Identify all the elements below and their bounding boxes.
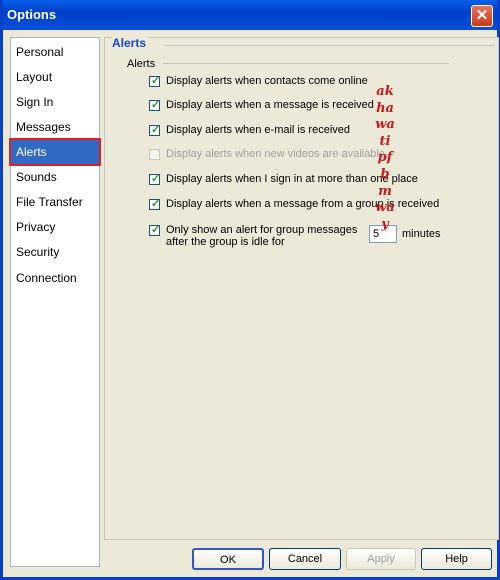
nav-item-alerts[interactable]: Alerts (9, 138, 101, 166)
nav-item-sounds[interactable]: Sounds (11, 165, 99, 189)
ok-button[interactable]: OK (192, 548, 264, 570)
cancel-button[interactable]: Cancel (269, 548, 341, 570)
nav-item-sign-in[interactable]: Sign In (11, 90, 99, 114)
option-label: Only show an alert for group messages af… (166, 224, 358, 248)
option-label: Display alerts when I sign in at more th… (166, 173, 418, 185)
apply-button: Apply (346, 548, 416, 570)
close-icon[interactable]: ✕ (471, 5, 493, 27)
panel-title: Alerts (112, 36, 150, 50)
checkbox-multiple-sign-in[interactable] (149, 172, 160, 185)
nav-item-personal[interactable]: Personal (11, 40, 99, 64)
nav-item-connection[interactable]: Connection (11, 266, 99, 290)
option-label: Display alerts when a message from a gro… (166, 198, 440, 210)
category-list: Personal Layout Sign In Messages Alerts … (9, 37, 101, 567)
option-label: Display alerts when contacts come online (166, 75, 368, 87)
nav-item-privacy[interactable]: Privacy (11, 215, 99, 239)
checkbox-email-received[interactable] (149, 123, 160, 136)
help-button[interactable]: Help (421, 548, 492, 570)
checkbox-group-idle[interactable] (149, 223, 160, 236)
title-bar[interactable]: Options ✕ (3, 0, 497, 30)
checkbox-new-videos (149, 149, 160, 160)
option-label: Display alerts when e-mail is received (166, 124, 351, 136)
nav-item-messages[interactable]: Messages (11, 115, 99, 139)
alerts-panel: Alerts Alerts Display alerts when contac… (104, 36, 499, 540)
nav-item-file-transfer[interactable]: File Transfer (11, 190, 99, 214)
checkbox-contacts-online[interactable] (149, 74, 160, 87)
window-title: Options (7, 7, 57, 22)
option-label: Display alerts when a message is receive… (166, 99, 374, 111)
idle-minutes-input[interactable]: 5 (369, 225, 397, 243)
group-label: Alerts (127, 58, 156, 70)
option-label: Display alerts when new videos are avail… (166, 148, 385, 160)
checkbox-group-message[interactable] (149, 197, 160, 210)
nav-item-layout[interactable]: Layout (11, 65, 99, 89)
panel-divider (165, 45, 495, 46)
nav-item-security[interactable]: Security (11, 240, 99, 264)
checkbox-message-received[interactable] (149, 98, 160, 111)
minutes-label: minutes (402, 228, 441, 240)
options-dialog: Options ✕ Personal Layout Sign In Messag… (0, 0, 500, 580)
group-divider (163, 63, 449, 64)
